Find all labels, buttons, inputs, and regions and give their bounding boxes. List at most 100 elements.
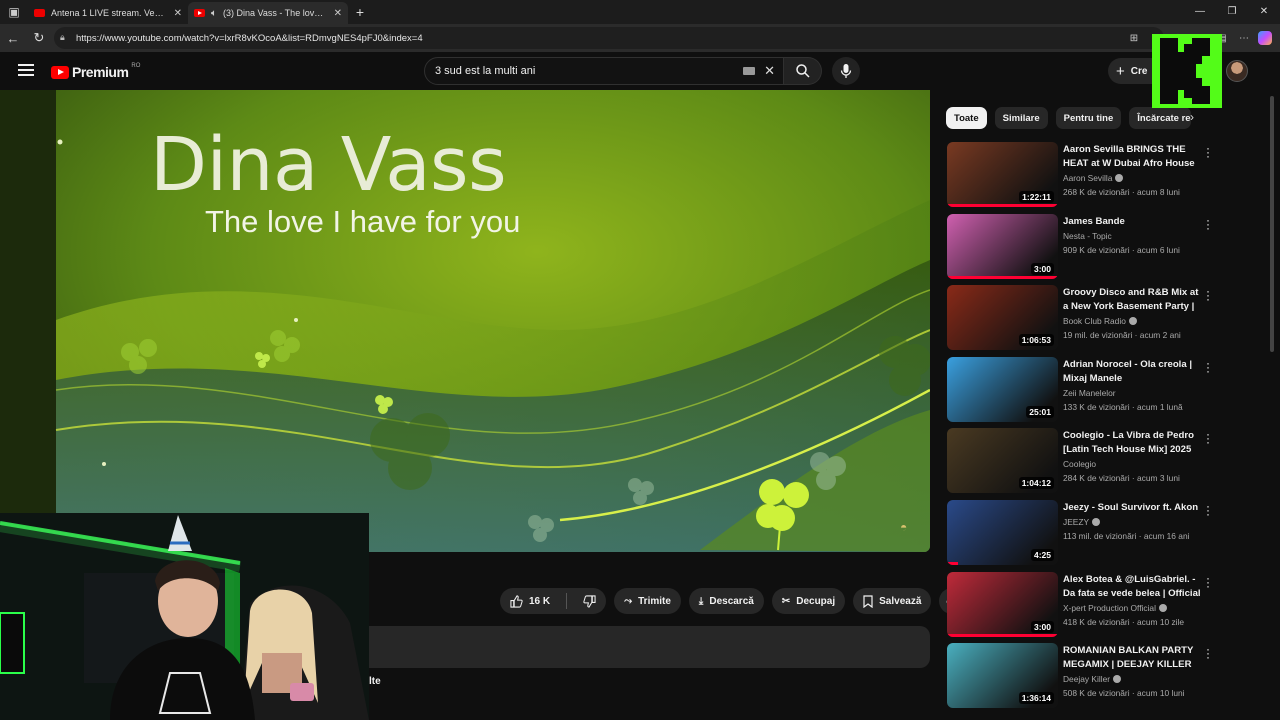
share-label: Trimite [638, 595, 671, 607]
voice-search-button[interactable] [832, 57, 860, 85]
download-button[interactable]: ⤓ Descarcă [688, 588, 764, 614]
copilot-icon[interactable] [1258, 31, 1272, 45]
video-thumbnail[interactable]: 4:25 [947, 499, 1058, 565]
channel-name[interactable]: Zeii Manelelor [1063, 386, 1201, 400]
more-vertical-icon[interactable]: · · · [1204, 500, 1212, 520]
like-button[interactable]: 16 K [500, 588, 560, 614]
channel-name[interactable]: JEEZY [1063, 515, 1201, 529]
url-text: https://www.youtube.com/watch?v=lxrR8vKO… [76, 32, 423, 44]
plus-icon: + [1116, 62, 1125, 80]
channel-label: Book Club Radio [1063, 316, 1126, 327]
search-button[interactable] [784, 57, 822, 85]
verified-icon [1092, 517, 1101, 526]
back-icon[interactable]: ← [0, 31, 26, 46]
more-vertical-icon[interactable]: · · · [1204, 214, 1212, 234]
scrollbar[interactable] [1270, 96, 1274, 352]
video-stats: 909 K de vizionări · acum 6 luni [1063, 244, 1180, 255]
youtube-favicon-icon [194, 9, 205, 17]
maximize-icon[interactable]: ❐ [1216, 0, 1248, 24]
video-title[interactable]: ROMANIAN BALKAN PARTY MEGAMIX | DEEJAY K… [1063, 644, 1201, 672]
video-meta: Alex Botea & @LuisGabriel. - Da fata se … [1063, 573, 1201, 629]
more-vertical-icon[interactable]: · · · [1204, 572, 1212, 592]
duration-badge: 3:00 [1030, 262, 1054, 275]
video-thumbnail[interactable]: 3:00 [947, 571, 1058, 637]
avatar[interactable] [1226, 60, 1248, 82]
close-window-icon[interactable]: ✕ [1248, 0, 1280, 24]
video-title[interactable]: Alex Botea & @LuisGabriel. - Da fata se … [1063, 573, 1201, 601]
video-title[interactable]: Adrian Norocel - Ola creola | Mixaj Mane… [1063, 358, 1201, 386]
more-vertical-icon[interactable]: · · · [1204, 643, 1212, 663]
close-tab-icon[interactable]: ✕ [174, 8, 182, 19]
video-thumbnail[interactable]: 1:22:11 [947, 142, 1058, 207]
more-vertical-icon[interactable]: · · · [1204, 357, 1212, 377]
refresh-icon[interactable]: ↻ [26, 30, 52, 46]
speaker-icon[interactable]: 🔈︎ [211, 8, 217, 19]
list-item[interactable]: 4:25 Jeezy - Soul Survivor ft. Akon JEEZY 1… [946, 499, 1216, 572]
watch-progress-bar [947, 204, 1058, 207]
share-button[interactable]: ⤳ Trimite [614, 588, 681, 614]
channel-watermark-icon[interactable]: ◓ [900, 520, 907, 534]
youtube-premium-logo[interactable]: Premium RO [51, 63, 140, 80]
chip-recently-uploaded[interactable]: Încărcate rec [1129, 107, 1192, 129]
video-thumbnail[interactable]: 25:01 [947, 356, 1058, 422]
video-title[interactable]: Groovy Disco and R&B Mix at a New York B… [1063, 286, 1201, 314]
keyboard-icon[interactable] [743, 67, 755, 75]
video-player[interactable]: Dina Vass The love I have for you ◓ [0, 90, 930, 552]
list-item[interactable]: 25:01 Adrian Norocel - Ola creola | Mixaj… [946, 356, 1216, 429]
browser-tab-antena1[interactable]: Antena 1 LIVE stream. Vezi online ✕ [28, 2, 188, 24]
chip-related[interactable]: Similare [994, 107, 1048, 129]
list-item[interactable]: 1:36:14 ROMANIAN BALKAN PARTY MEGAMIX | D… [946, 643, 1216, 715]
video-title[interactable]: Jeezy - Soul Survivor ft. Akon [1063, 501, 1201, 515]
channel-name[interactable]: Nesta - Topic [1063, 229, 1201, 243]
video-actions: 16 K ⤳ Trimite ⤓ Descarcă ✂ Decupaj Salv… [500, 588, 966, 614]
video-stats: 508 K de vizionări · acum 10 luni [1063, 688, 1185, 699]
channel-name[interactable]: Coolegio [1063, 457, 1201, 471]
divider [566, 593, 568, 609]
menu-icon[interactable] [18, 64, 34, 76]
tab-actions-icon[interactable]: ▣ [0, 0, 28, 24]
list-item[interactable]: 1:22:11 Aaron Sevilla BRINGS THE HEAT at … [946, 142, 1216, 214]
chip-all[interactable]: Toate [946, 107, 987, 129]
dislike-button[interactable] [573, 588, 606, 614]
video-title[interactable]: James Bande [1063, 215, 1201, 229]
chip-for-you[interactable]: Pentru tine [1055, 107, 1122, 129]
video-thumbnail[interactable]: 1:36:14 [947, 643, 1058, 709]
description-more-link[interactable]: lte [369, 676, 381, 687]
channel-name[interactable]: X-pert Production Official [1063, 601, 1201, 615]
video-thumbnail[interactable]: 1:06:53 [947, 285, 1058, 351]
youtube-logo-icon [51, 65, 69, 79]
browser-tab-youtube[interactable]: 🔈︎ (3) Dina Vass - The love I have ✕ [188, 2, 348, 24]
list-item[interactable]: 3:00 Alex Botea & @LuisGabriel. - Da fata… [946, 571, 1216, 644]
app-available-icon[interactable]: ⊞ [1126, 33, 1142, 44]
video-title[interactable]: Aaron Sevilla BRINGS THE HEAT at W Dubai… [1063, 143, 1201, 171]
url-field[interactable]: 🔒︎ https://www.youtube.com/watch?v=lxrR8… [54, 27, 1164, 49]
video-title[interactable]: Coolegio - La Vibra de Pedro [Latin Tech… [1063, 429, 1201, 457]
new-tab-button[interactable]: + [348, 4, 372, 20]
settings-more-icon[interactable]: ⋯ [1236, 33, 1252, 44]
site-info-icon[interactable]: 🔒︎ [60, 32, 65, 43]
minimize-icon[interactable]: — [1184, 0, 1216, 24]
channel-name[interactable]: Book Club Radio [1063, 314, 1201, 328]
channel-name[interactable]: Deejay Killer [1063, 672, 1201, 686]
list-item[interactable]: 1:04:12 Coolegio - La Vibra de Pedro [Lat… [946, 428, 1216, 500]
video-stats: 133 K de vizionări · acum 1 lună [1063, 401, 1183, 412]
video-meta: Adrian Norocel - Ola creola | Mixaj Mane… [1063, 358, 1201, 414]
video-thumbnail[interactable]: 3:00 [947, 213, 1058, 279]
thumbs-up-icon [510, 594, 523, 608]
list-item[interactable]: 3:00 James Bande Nesta - Topic 909 K de viz… [946, 213, 1216, 286]
chevron-right-icon[interactable]: › [1190, 110, 1194, 124]
logo-text: Premium [72, 64, 129, 80]
more-vertical-icon[interactable]: · · · [1204, 285, 1212, 305]
clip-button[interactable]: ✂ Decupaj [771, 588, 846, 614]
channel-name[interactable]: Aaron Sevilla [1063, 171, 1201, 185]
more-vertical-icon[interactable]: · · · [1204, 428, 1212, 448]
video-thumbnail[interactable]: 1:04:12 [947, 428, 1058, 494]
clear-search-icon[interactable]: ✕ [764, 63, 775, 79]
list-item[interactable]: 1:06:53 Groovy Disco and R&B Mix at a New… [946, 285, 1216, 357]
save-button[interactable]: Salvează [853, 588, 932, 614]
more-vertical-icon[interactable]: · · · [1204, 142, 1212, 162]
scissors-icon: ✂ [781, 595, 791, 607]
video-stats: 284 K de vizionări · acum 3 luni [1063, 473, 1180, 484]
close-tab-icon[interactable]: ✕ [334, 8, 342, 19]
search-input[interactable]: 3 sud est la multi ani ✕ [424, 57, 784, 85]
